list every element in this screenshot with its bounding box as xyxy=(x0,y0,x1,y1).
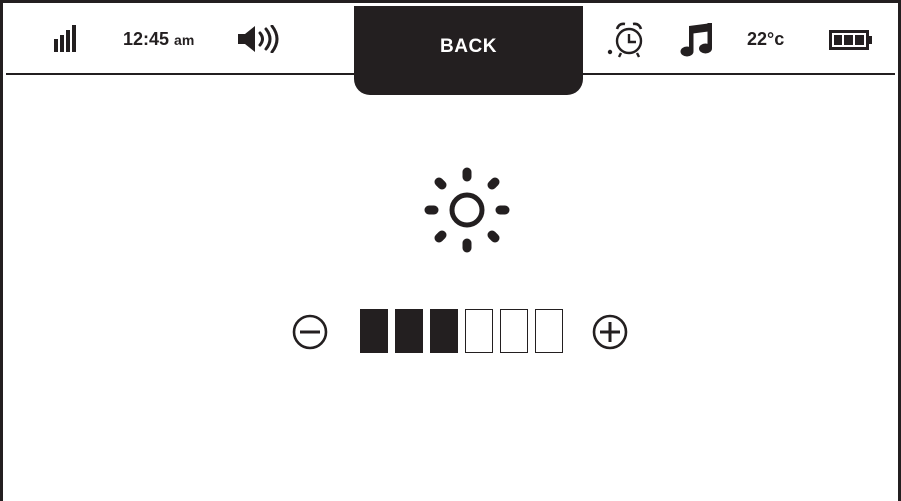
clock-time: 12:45 am xyxy=(123,6,194,73)
music-note-icon[interactable] xyxy=(679,22,715,58)
battery-icon xyxy=(829,30,872,50)
time-value: 12:45 xyxy=(123,29,170,49)
plus-circle-icon[interactable] xyxy=(591,313,629,351)
signal-bars-icon xyxy=(54,25,76,52)
device-screen: 12:45 am 22°c BACK xyxy=(0,0,901,501)
minus-circle-icon[interactable] xyxy=(291,313,329,351)
back-button-label: BACK xyxy=(440,36,497,57)
alarm-clock-icon[interactable] xyxy=(606,19,646,59)
brightness-segment[interactable] xyxy=(535,309,563,353)
brightness-segment[interactable] xyxy=(360,309,388,353)
sun-brightness-icon xyxy=(424,167,510,253)
brightness-segment[interactable] xyxy=(395,309,423,353)
back-button[interactable]: BACK xyxy=(354,6,583,95)
brightness-segment[interactable] xyxy=(500,309,528,353)
speaker-volume-icon[interactable] xyxy=(235,25,283,53)
temperature-readout: 22°c xyxy=(747,29,785,49)
time-suffix: am xyxy=(174,31,195,48)
brightness-segment[interactable] xyxy=(430,309,458,353)
brightness-segment[interactable] xyxy=(465,309,493,353)
